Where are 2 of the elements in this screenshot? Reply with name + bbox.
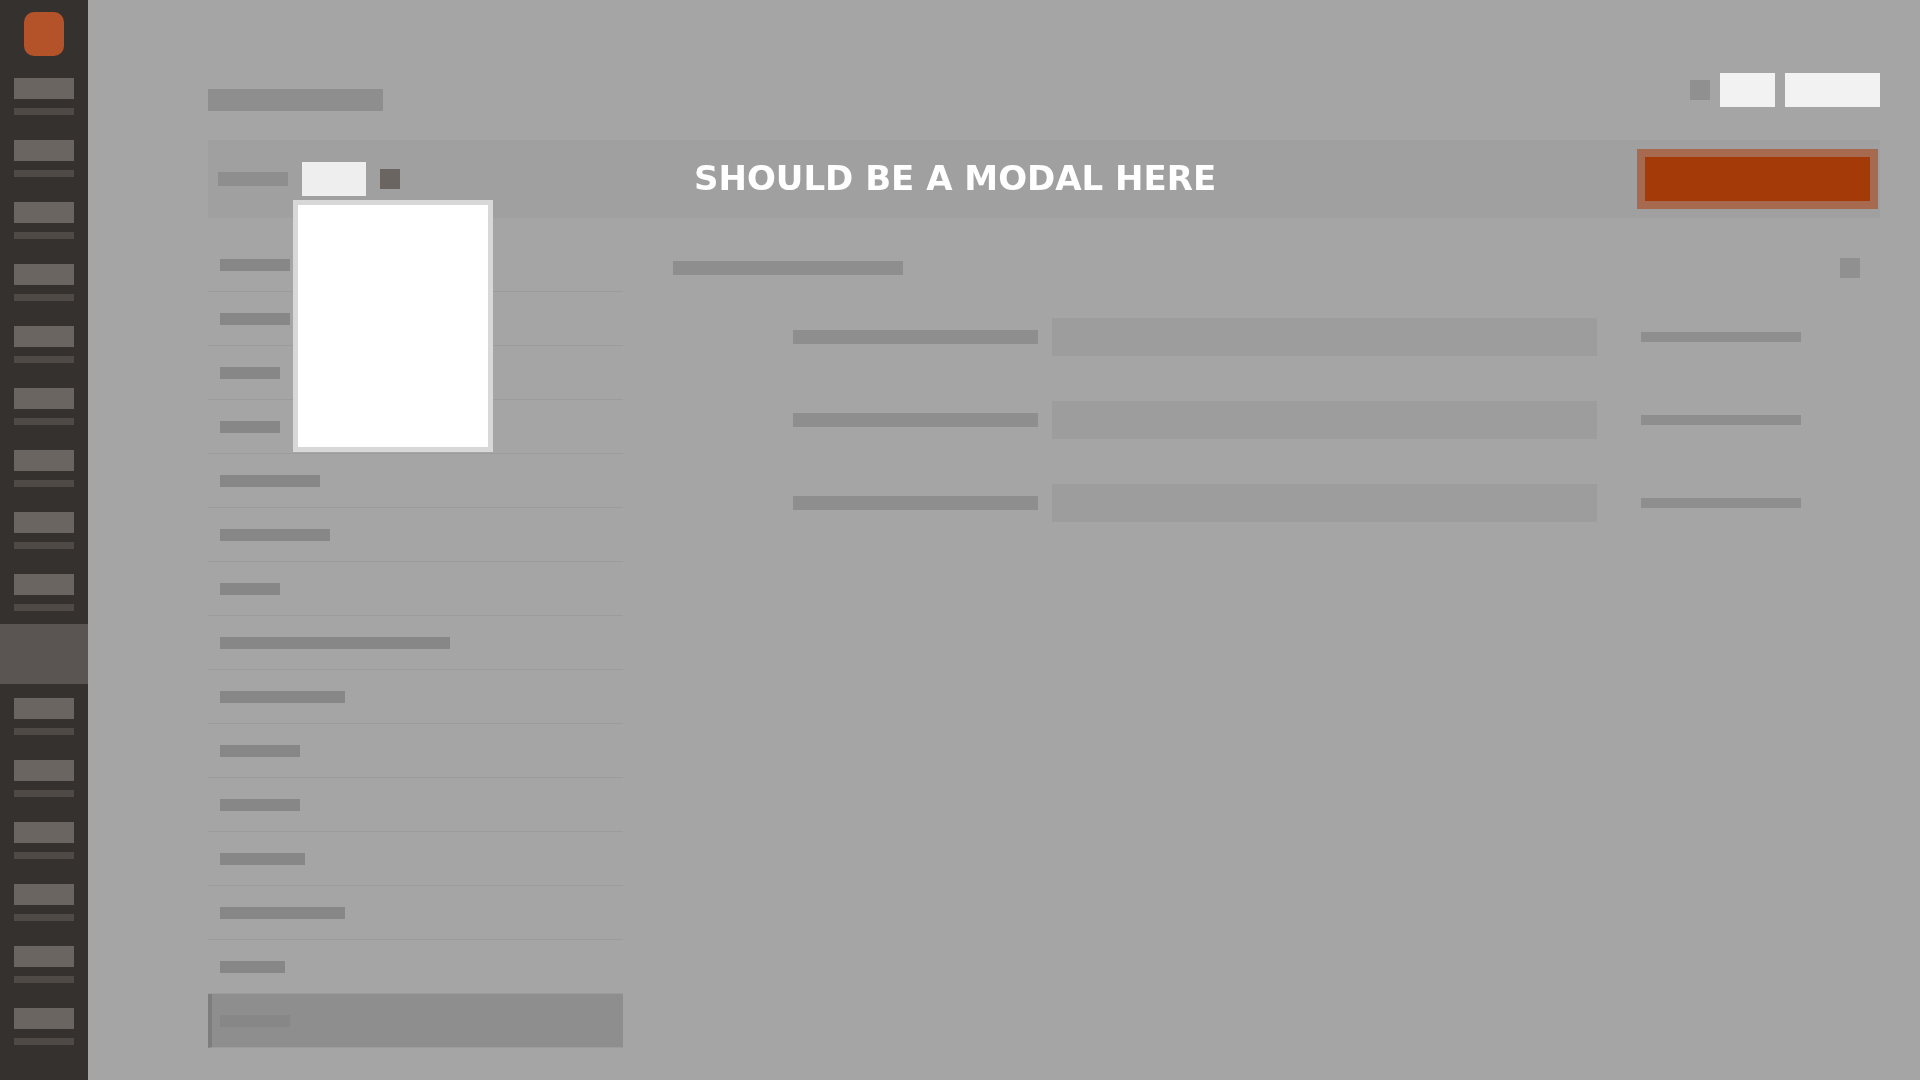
logo-icon: [24, 12, 64, 56]
overlay-caption: SHOULD BE A MODAL HERE: [694, 157, 1218, 198]
